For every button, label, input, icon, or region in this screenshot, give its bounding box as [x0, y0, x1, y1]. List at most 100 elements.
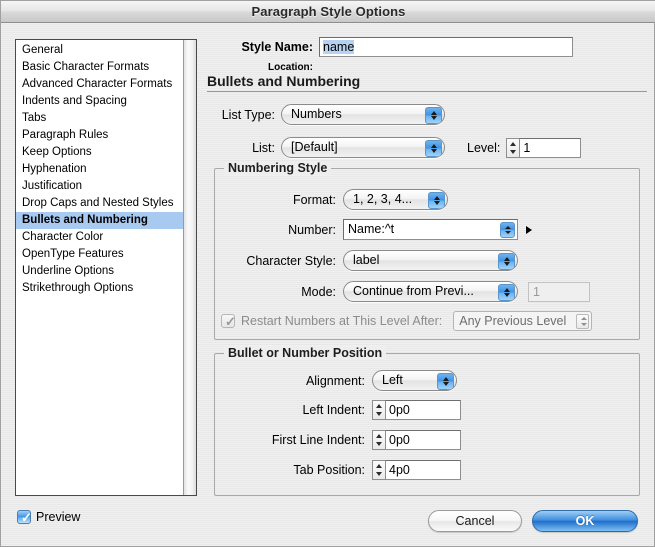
sidebar-item-bullets-and-numbering[interactable]: Bullets and Numbering [16, 212, 183, 229]
left-indent-stepper[interactable]: 0p0 [372, 400, 461, 420]
preview-label: Preview [36, 510, 81, 524]
title-bar: Paragraph Style Options [1, 1, 655, 23]
dialog-window: Paragraph Style Options General Basic Cha… [0, 0, 655, 547]
number-row: Number: Name:^t [215, 219, 641, 240]
first-line-indent-row: First Line Indent: 0p0 [215, 430, 641, 450]
style-name-value: name [323, 40, 355, 54]
character-style-select[interactable]: label [343, 250, 518, 271]
number-label: Number: [288, 222, 336, 237]
section-title: Bullets and Numbering [207, 73, 647, 92]
tab-position-stepper-arrows[interactable] [372, 460, 385, 480]
chevron-updown-icon [576, 314, 590, 329]
restart-numbers-checkbox: ✓ [221, 314, 236, 329]
location-row: Location: [207, 62, 647, 73]
list-select[interactable]: [Default] [281, 137, 445, 158]
category-list-scrollbar[interactable] [183, 40, 196, 495]
restart-after-value: Any Previous Level [459, 314, 567, 328]
character-style-row: Character Style: label [215, 250, 641, 271]
chevron-updown-icon[interactable] [500, 222, 515, 238]
mode-select[interactable]: Continue from Previ... [343, 281, 518, 302]
mode-label: Mode: [301, 284, 336, 299]
restart-numbers-row: ✓ Restart Numbers at This Level After: A… [221, 311, 641, 331]
left-indent-stepper-arrows[interactable] [372, 400, 385, 420]
alignment-value: Left [382, 373, 403, 387]
check-icon: ✓ [21, 510, 32, 525]
level-stepper-arrows[interactable] [506, 137, 520, 158]
preview-toggle[interactable]: ✓ Preview [17, 510, 80, 524]
format-row: Format: 1, 2, 3, 4... [215, 189, 641, 210]
sidebar-item-tabs[interactable]: Tabs [16, 110, 183, 127]
character-style-value: label [353, 253, 380, 267]
sidebar-item-underline-options[interactable]: Underline Options [16, 263, 183, 280]
ok-button[interactable]: OK [532, 510, 638, 532]
first-line-indent-stepper-arrows[interactable] [372, 430, 385, 450]
level-stepper[interactable]: 1 [506, 137, 582, 158]
sidebar-item-general[interactable]: General [16, 42, 183, 59]
list-type-row: List Type: Numbers [207, 104, 647, 125]
left-indent-label: Left Indent: [302, 403, 365, 417]
sidebar-item-strikethrough-options[interactable]: Strikethrough Options [16, 280, 183, 297]
sidebar-item-keep-options[interactable]: Keep Options [16, 144, 183, 161]
list-value: [Default] [291, 140, 338, 154]
style-name-label: Style Name: [241, 40, 313, 54]
tab-position-row: Tab Position: 4p0 [215, 460, 641, 480]
list-type-value: Numbers [291, 107, 342, 121]
style-name-row: Style Name: name [207, 37, 647, 57]
chevron-updown-icon [428, 192, 445, 209]
tab-position-input[interactable]: 4p0 [385, 460, 461, 480]
sidebar-item-indents-and-spacing[interactable]: Indents and Spacing [16, 93, 183, 110]
style-name-input[interactable]: name [319, 37, 573, 57]
dialog-footer: ✓ Preview Cancel OK [1, 498, 655, 546]
mode-row: Mode: Continue from Previ... 1 [215, 281, 641, 302]
sidebar-item-justification[interactable]: Justification [16, 178, 183, 195]
position-group: Bullet or Number Position Alignment: Lef… [214, 346, 641, 496]
cancel-button[interactable]: Cancel [428, 510, 522, 532]
check-icon: ✓ [225, 314, 236, 329]
format-label: Format: [292, 192, 336, 207]
alignment-select[interactable]: Left [372, 370, 457, 391]
numbering-style-group-title: Numbering Style [224, 161, 332, 175]
window-title: Paragraph Style Options [251, 4, 406, 19]
position-group-title: Bullet or Number Position [224, 346, 387, 360]
alignment-row: Alignment: Left [215, 370, 641, 391]
format-select[interactable]: 1, 2, 3, 4... [343, 189, 448, 210]
numbering-style-group: Numbering Style Format: 1, 2, 3, 4... Nu… [214, 161, 641, 340]
sidebar-item-hyphenation[interactable]: Hyphenation [16, 161, 183, 178]
first-line-indent-stepper[interactable]: 0p0 [372, 430, 461, 450]
restart-after-select: Any Previous Level [453, 311, 593, 331]
insert-special-character-icon[interactable] [526, 225, 532, 234]
chevron-updown-icon [425, 107, 442, 124]
alignment-label: Alignment: [305, 373, 365, 388]
list-label: List: [252, 140, 275, 155]
category-list[interactable]: General Basic Character Formats Advanced C… [15, 39, 197, 496]
first-line-indent-label: First Line Indent: [271, 433, 365, 447]
sidebar-item-opentype-features[interactable]: OpenType Features [16, 246, 183, 263]
restart-numbers-label: Restart Numbers at This Level After: [241, 314, 443, 328]
format-value: 1, 2, 3, 4... [353, 192, 413, 206]
chevron-updown-icon [437, 373, 454, 390]
first-line-indent-input[interactable]: 0p0 [385, 430, 461, 450]
tab-position-label: Tab Position: [293, 463, 365, 477]
chevron-updown-icon [498, 253, 515, 270]
tab-position-stepper[interactable]: 4p0 [372, 460, 461, 480]
mode-start-number-input: 1 [528, 281, 590, 302]
sidebar-item-character-color[interactable]: Character Color [16, 229, 183, 246]
chevron-updown-icon [425, 140, 442, 157]
list-row: List: [Default] Level: 1 [207, 137, 647, 158]
left-indent-input[interactable]: 0p0 [385, 400, 461, 420]
number-value: Name:^t [348, 222, 395, 236]
sidebar-item-basic-character-formats[interactable]: Basic Character Formats [16, 59, 183, 76]
number-combo-input[interactable]: Name:^t [343, 219, 518, 240]
sidebar-item-paragraph-rules[interactable]: Paragraph Rules [16, 127, 183, 144]
chevron-updown-icon [498, 284, 515, 301]
list-type-label: List Type: [221, 107, 275, 122]
sidebar-item-advanced-character-formats[interactable]: Advanced Character Formats [16, 76, 183, 93]
character-style-label: Character Style: [246, 253, 336, 268]
level-input[interactable]: 1 [519, 137, 582, 158]
category-list-items[interactable]: General Basic Character Formats Advanced C… [16, 40, 183, 495]
level-label: Level: [467, 140, 501, 155]
list-type-select[interactable]: Numbers [281, 104, 445, 125]
left-indent-row: Left Indent: 0p0 [215, 400, 641, 420]
preview-checkbox[interactable]: ✓ [17, 510, 32, 525]
sidebar-item-drop-caps-and-nested-styles[interactable]: Drop Caps and Nested Styles [16, 195, 183, 212]
